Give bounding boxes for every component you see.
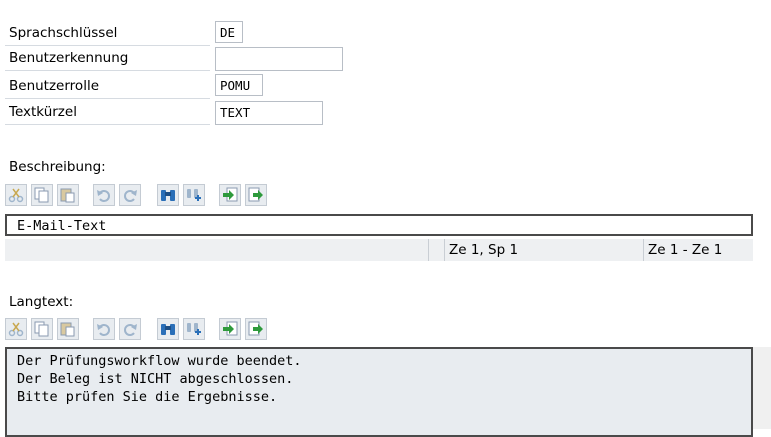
paste-icon bbox=[60, 322, 75, 337]
longtext-toolbar bbox=[5, 317, 275, 341]
longtext-line: Der Beleg ist NICHT abgeschlossen. bbox=[17, 371, 294, 387]
text-short-label: Textkürzel bbox=[9, 104, 77, 120]
paste-icon bbox=[60, 188, 75, 203]
cut-icon bbox=[8, 322, 24, 337]
longtext-scrollbar[interactable] bbox=[753, 347, 771, 429]
find-icon bbox=[161, 190, 175, 201]
cut-icon bbox=[8, 188, 24, 203]
redo-icon bbox=[124, 324, 137, 336]
status-cell-range: Ze 1 - Ze 1 bbox=[643, 239, 754, 261]
import-icon bbox=[223, 321, 238, 336]
copy-icon bbox=[34, 187, 49, 203]
longtext-line: Der Prüfungsworkflow wurde beendet. bbox=[17, 353, 302, 369]
paste-button[interactable] bbox=[57, 318, 79, 340]
line-range: Ze 1 - Ze 1 bbox=[648, 242, 723, 258]
description-label: Beschreibung: bbox=[9, 159, 106, 175]
find-button[interactable] bbox=[157, 184, 179, 206]
redo-button[interactable] bbox=[119, 318, 141, 340]
copy-button[interactable] bbox=[31, 318, 53, 340]
user-role-label: Benutzerrolle bbox=[9, 78, 99, 94]
export-button[interactable] bbox=[245, 184, 267, 206]
find-next-button[interactable] bbox=[183, 318, 205, 340]
undo-icon bbox=[97, 190, 110, 202]
user-role-field[interactable]: POMU bbox=[215, 74, 263, 96]
user-id-label: Benutzerkennung bbox=[9, 50, 129, 66]
cut-button[interactable] bbox=[5, 184, 27, 206]
description-toolbar bbox=[5, 183, 275, 207]
export-icon bbox=[248, 321, 263, 336]
language-key-field[interactable]: DE bbox=[215, 21, 243, 43]
import-button[interactable] bbox=[219, 318, 241, 340]
longtext-label: Langtext: bbox=[9, 294, 74, 310]
find-button[interactable] bbox=[157, 318, 179, 340]
longtext-editor[interactable]: Der Prüfungsworkflow wurde beendet. Der … bbox=[5, 347, 753, 437]
export-icon bbox=[248, 187, 263, 202]
import-button[interactable] bbox=[219, 184, 241, 206]
export-button[interactable] bbox=[245, 318, 267, 340]
description-text: E-Mail-Text bbox=[17, 218, 107, 234]
form-row-user-role: Benutzerrolle bbox=[5, 74, 210, 99]
description-statusbar: Ze 1, Sp 1 Ze 1 - Ze 1 bbox=[5, 239, 753, 261]
undo-button[interactable] bbox=[93, 184, 115, 206]
form-row-user-id: Benutzerkennung bbox=[5, 46, 210, 71]
status-cell-position: Ze 1, Sp 1 bbox=[444, 239, 642, 261]
paste-button[interactable] bbox=[57, 184, 79, 206]
language-key-label: Sprachschlüssel bbox=[9, 25, 118, 41]
import-icon bbox=[223, 187, 238, 202]
status-cell-empty bbox=[428, 239, 445, 261]
user-id-field[interactable] bbox=[215, 47, 343, 71]
redo-button[interactable] bbox=[119, 184, 141, 206]
redo-icon bbox=[124, 190, 137, 202]
undo-button[interactable] bbox=[93, 318, 115, 340]
longtext-line: Bitte prüfen Sie die Ergebnisse. bbox=[17, 389, 278, 405]
find-next-icon bbox=[187, 189, 201, 201]
find-next-button[interactable] bbox=[183, 184, 205, 206]
find-next-icon bbox=[187, 323, 201, 335]
text-short-field[interactable]: TEXT bbox=[215, 101, 323, 125]
cut-button[interactable] bbox=[5, 318, 27, 340]
copy-icon bbox=[34, 321, 49, 337]
copy-button[interactable] bbox=[31, 184, 53, 206]
undo-icon bbox=[97, 324, 110, 336]
description-editor[interactable]: E-Mail-Text bbox=[5, 214, 753, 236]
cursor-position: Ze 1, Sp 1 bbox=[449, 242, 519, 258]
form-row-language-key: Sprachschlüssel bbox=[5, 21, 210, 46]
form-row-text-short: Textkürzel bbox=[5, 100, 210, 125]
find-icon bbox=[161, 324, 175, 335]
